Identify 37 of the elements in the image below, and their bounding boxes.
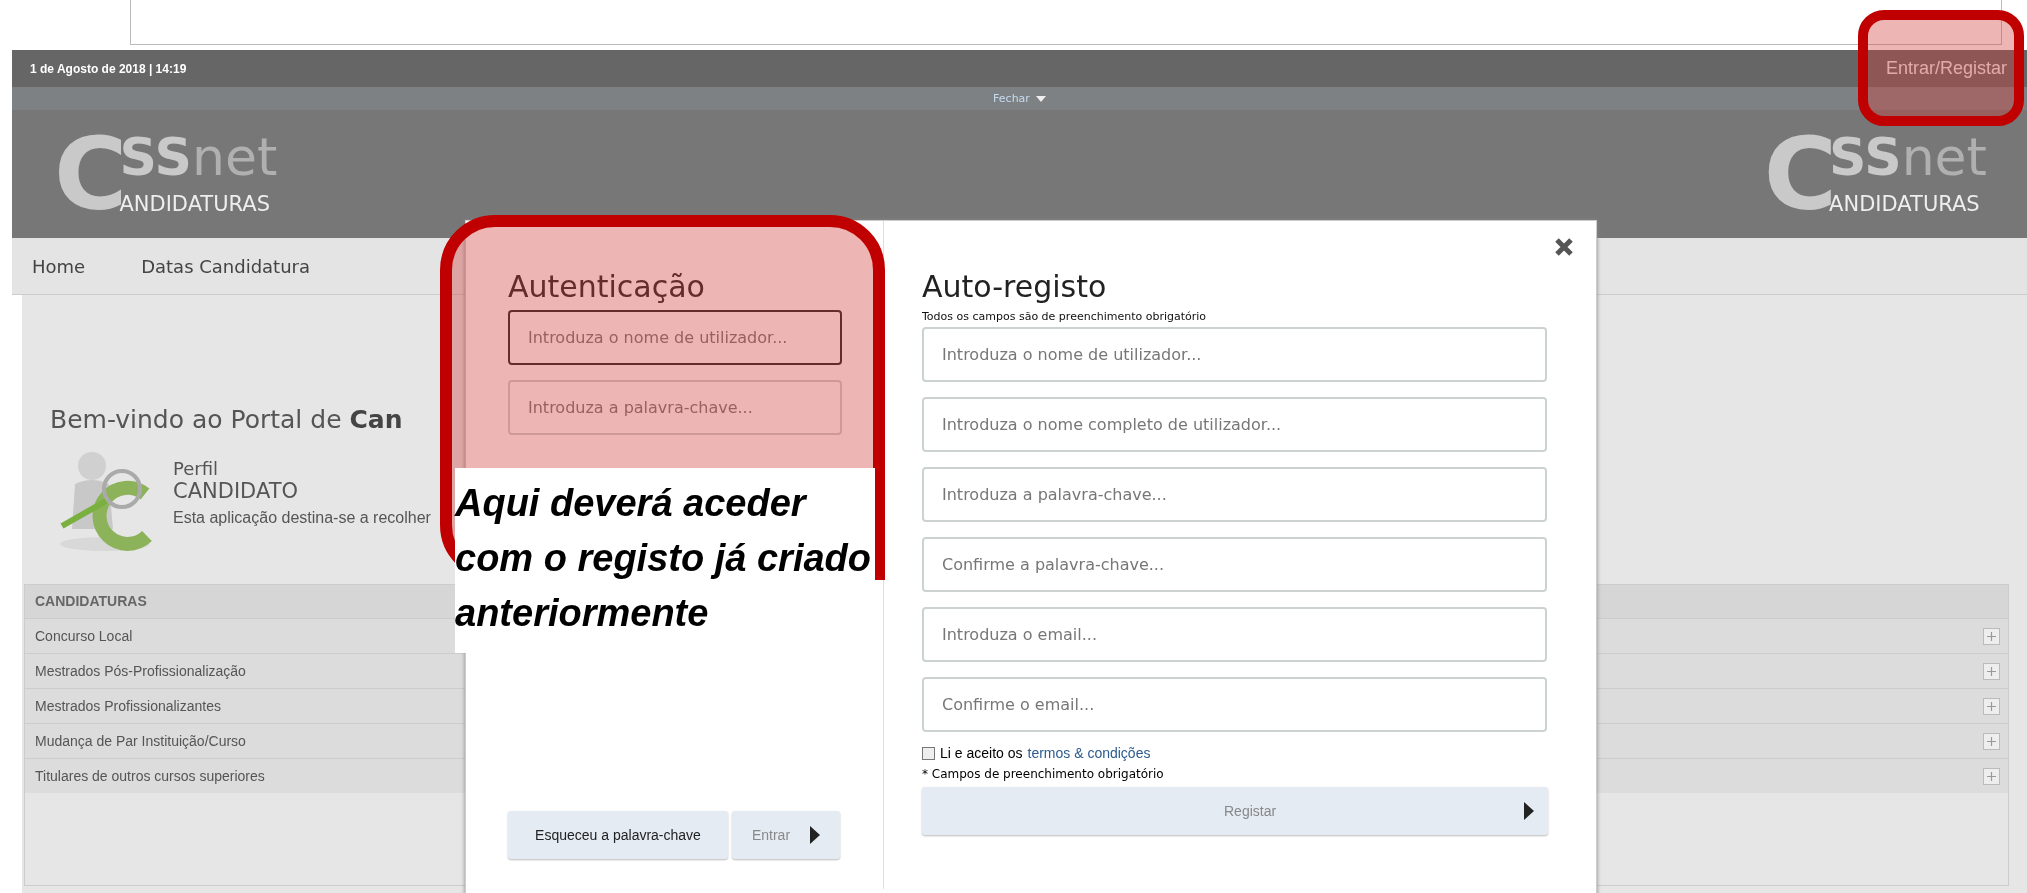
profile-role: CANDIDATO — [173, 479, 299, 503]
table-cell: Concurso Local — [35, 628, 133, 644]
terms-link[interactable]: termos & condições — [1027, 745, 1151, 761]
plus-icon — [1987, 701, 1996, 711]
callout-text: Aqui deverá aceder com o registo já criado anteriormente — [455, 468, 875, 653]
nav-link[interactable]: Datas Candidatura — [141, 255, 311, 277]
caret-icon — [1035, 95, 1046, 102]
plus-icon — [1987, 666, 1996, 676]
table-cell: Mestrados Pós-Profissionalização — [35, 663, 246, 679]
expand-button[interactable] — [1983, 767, 2000, 785]
profile-label: Perfil — [173, 458, 220, 479]
play-icon — [810, 826, 821, 844]
table-cell: Titulares de outros cursos superiores — [35, 768, 265, 784]
input-field[interactable]: Introduza o nome de utilizador... — [508, 310, 842, 365]
expand-button[interactable] — [1983, 627, 2000, 645]
table-cell: Mudança de Par Instituição/Curso — [35, 733, 246, 749]
play-icon — [1524, 802, 1534, 820]
plus-icon — [1987, 631, 1996, 641]
required-note: Todos os campos são de preenchimento obrigatório — [922, 310, 1208, 323]
login-title: Autenticação — [508, 269, 706, 304]
required-note: * Campos de preenchimento obrigatório — [922, 767, 1165, 781]
register-title: Auto-registo — [922, 269, 1108, 304]
plus-icon — [1987, 771, 1996, 781]
nav-link[interactable]: Home — [32, 255, 86, 277]
profile-description: Esta aplicação destina-se a recolher — [173, 509, 431, 527]
checkbox[interactable] — [922, 746, 935, 760]
plus-icon — [1987, 736, 1996, 746]
terms-label: Li e aceito os — [940, 745, 1023, 761]
date-text: 1 de Agosto de 2018 | 14:19 — [30, 61, 187, 76]
table-cell: Mestrados Profissionalizantes — [35, 698, 221, 714]
welcome-heading: Bem-vindo ao Portal de Can — [50, 405, 403, 434]
forgot-password-button[interactable]: Esqueceu a palavra-chave — [508, 811, 728, 859]
input-field[interactable] — [130, 0, 2002, 45]
close-icon — [1554, 237, 1574, 257]
expand-button[interactable] — [1983, 697, 2000, 715]
expand-button[interactable] — [1983, 662, 2000, 680]
expand-button[interactable] — [1983, 732, 2000, 750]
